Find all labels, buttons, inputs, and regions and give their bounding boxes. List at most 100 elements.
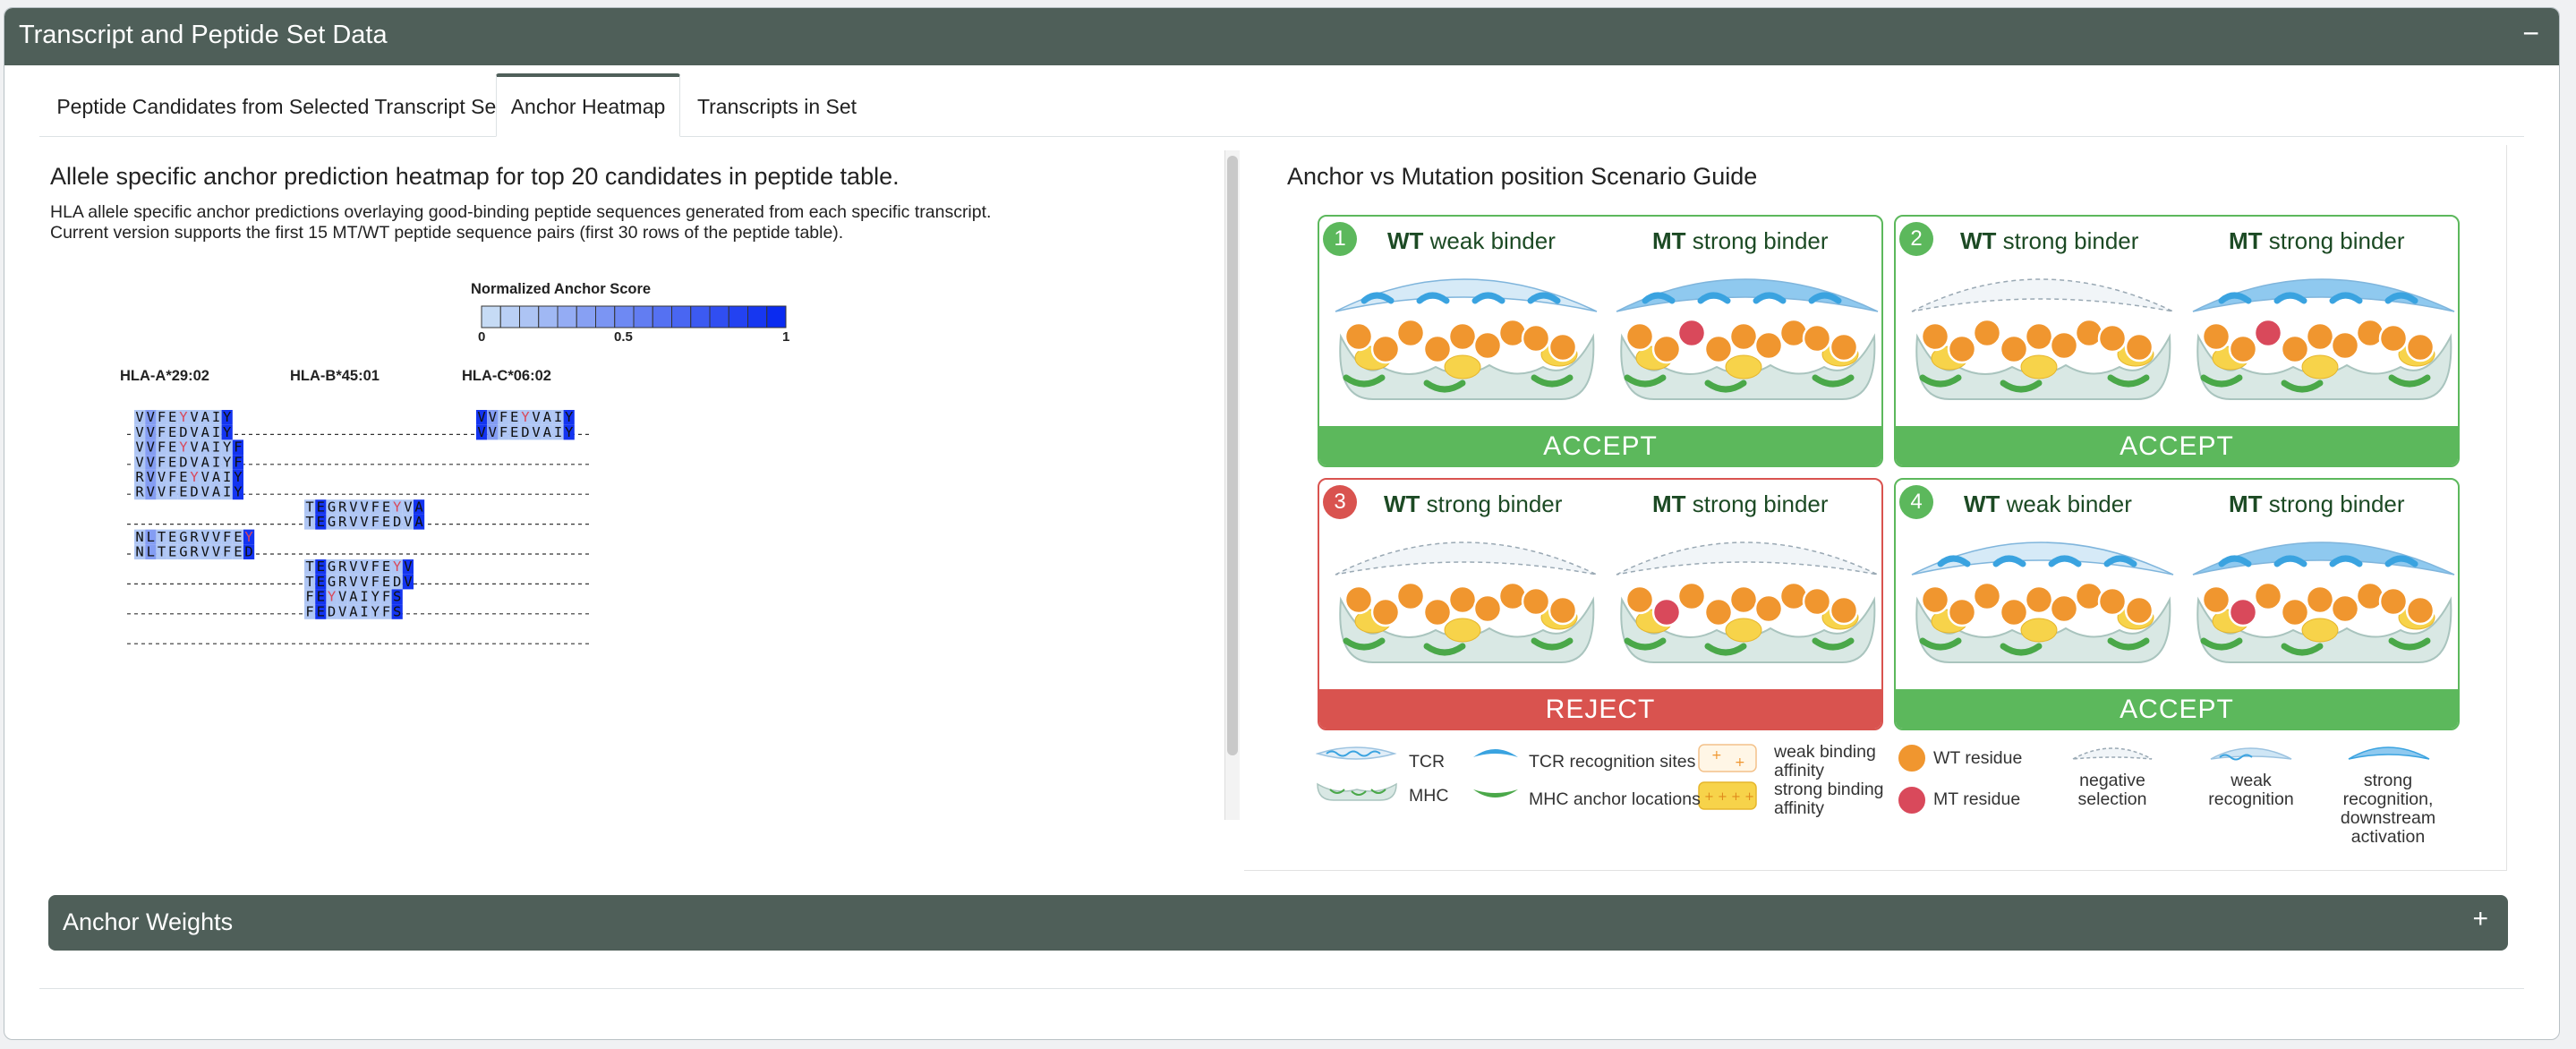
negative-selection-legend-icon	[2072, 747, 2153, 760]
tab-anchor-heatmap[interactable]: Anchor Heatmap	[496, 73, 680, 137]
wt-residue	[2201, 584, 2231, 615]
heatmap-residue: V	[147, 469, 155, 485]
heatmap-residue: V	[135, 424, 143, 440]
heatmap-scrollbar[interactable]	[1224, 150, 1240, 820]
heatmap-residue: E	[317, 589, 325, 605]
heatmap-residue: F	[158, 439, 166, 456]
tab-transcripts-in-set[interactable]: Transcripts in Set	[687, 73, 866, 134]
scenario-number: 2	[1899, 222, 1933, 256]
heatmap-row: VVFEYVAIY	[134, 409, 233, 425]
weak-recognition-line-1: weak	[2231, 771, 2272, 790]
mhc-legend-icon	[1317, 782, 1397, 801]
affinity-patch	[1444, 618, 1481, 643]
heatmap-row: TEGRVVFEDV	[304, 574, 414, 590]
heatmap-residue: V	[201, 544, 209, 560]
heatmap-residue: V	[201, 469, 209, 485]
wt-complex	[1911, 542, 2174, 663]
mt-residue-legend-icon	[1897, 785, 1927, 815]
heatmap-residue: D	[179, 454, 187, 470]
heatmap-residue: R	[338, 559, 347, 575]
affinity-patch	[2301, 354, 2339, 380]
wt-residue	[1728, 321, 1759, 352]
heatmap-residue: E	[234, 544, 242, 560]
heatmap-residue: T	[305, 574, 313, 590]
mhc-anchor-legend-label: MHC anchor locations	[1529, 789, 1701, 809]
panel-title: Transcript and Peptide Set Data	[19, 21, 388, 49]
wt-complex	[1335, 542, 1598, 663]
wt-residue	[1370, 334, 1401, 364]
mt-binder-label: MT strong binder	[1652, 227, 1829, 255]
wt-residue	[1422, 334, 1453, 364]
scenario-number: 1	[1323, 222, 1357, 256]
heatmap-row: FEDVAIYFS	[304, 603, 403, 619]
heatmap-residue: F	[223, 529, 231, 545]
heatmap-residue: E	[168, 424, 176, 440]
mt-binder-label: MT strong binder	[2229, 227, 2405, 255]
verdict-accept: ACCEPT	[1896, 426, 2458, 465]
heatmap-residue: R	[338, 514, 347, 530]
heatmap-residue: V	[349, 574, 357, 590]
affinity-patch	[2301, 618, 2339, 643]
mt-complex	[1616, 542, 1879, 663]
scenario-illustration	[1911, 542, 2455, 663]
scale-cell	[709, 305, 729, 328]
wt-residue	[2378, 323, 2409, 354]
strong-affinity-label-1: strong binding	[1774, 780, 1884, 799]
heatmap-residue: V	[147, 424, 155, 440]
wt-residue	[1947, 334, 1977, 364]
scroll-thumb[interactable]	[1227, 156, 1238, 755]
heatmap-residue: E	[382, 499, 390, 515]
mt-prefix: MT	[2229, 490, 2263, 517]
heatmap-residue: I	[360, 603, 368, 619]
scale-cell	[747, 305, 768, 328]
wt-residue	[1343, 321, 1374, 352]
wt-residue	[2405, 595, 2435, 626]
collapse-icon[interactable]: −	[2522, 17, 2539, 50]
heatmap-residue: F	[382, 603, 390, 619]
heatmap-residue: E	[179, 484, 187, 500]
tab-label: Anchor Heatmap	[510, 95, 666, 118]
tab-label: Peptide Candidates from Selected Transcr…	[56, 95, 502, 118]
svg-text:+ + + +: + + + +	[1704, 790, 1754, 804]
heatmap-panel: Allele specific anchor prediction heatma…	[29, 145, 1219, 825]
mhc-anchor-legend-icon	[1473, 789, 1518, 797]
heatmap-residue: A	[349, 589, 358, 605]
wt-residue	[2405, 332, 2435, 362]
heatmap-row: FEYVAIYFS	[304, 589, 403, 605]
heatmap-residue: V	[349, 499, 357, 515]
anchor-weights-title: Anchor Weights	[63, 908, 234, 935]
heatmap-residue: D	[244, 544, 252, 560]
tcr-dome	[1616, 542, 1879, 576]
heatmap-residue: A	[201, 409, 210, 425]
heatmap-residue: V	[135, 454, 143, 470]
heatmap-residue: F	[382, 589, 390, 605]
wt-label: strong binder	[2002, 227, 2139, 254]
tcr-site-legend-icon	[1473, 749, 1518, 757]
heatmap-residue: V	[404, 574, 412, 590]
tab-peptide-candidates[interactable]: Peptide Candidates from Selected Transcr…	[39, 73, 519, 134]
mt-residue	[1676, 318, 1707, 348]
expand-icon[interactable]: +	[2472, 904, 2488, 934]
mt-prefix: MT	[1652, 227, 1686, 254]
negative-selection-line-1: negative	[2079, 771, 2145, 790]
wt-residue	[2280, 334, 2310, 364]
wt-residue	[2378, 586, 2409, 617]
heatmap-residue: Y	[234, 484, 243, 500]
wt-residue	[2330, 330, 2360, 361]
wt-residue	[1728, 584, 1759, 615]
scenario-2-card: 2 WT strong binder MT strong binder ACCE…	[1894, 215, 2460, 467]
wt-residue	[2280, 597, 2310, 627]
wt-residue	[2049, 593, 2079, 624]
heatmap-residue: A	[201, 424, 210, 440]
wt-residue	[1472, 593, 1503, 624]
heatmap-residue: V	[489, 424, 497, 440]
heatmap-residue: Y	[234, 469, 243, 485]
heatmap-residue: A	[414, 499, 423, 515]
wt-prefix: WT	[1384, 490, 1420, 517]
heatmap-residue: E	[510, 409, 518, 425]
anchor-weights-header[interactable]: Anchor Weights +	[48, 895, 2508, 951]
mt-complex	[2192, 278, 2455, 400]
panel-header[interactable]: Transcript and Peptide Set Data −	[4, 8, 2559, 65]
heatmap-residue: F	[305, 603, 313, 619]
affinity-patch	[1725, 354, 1762, 380]
